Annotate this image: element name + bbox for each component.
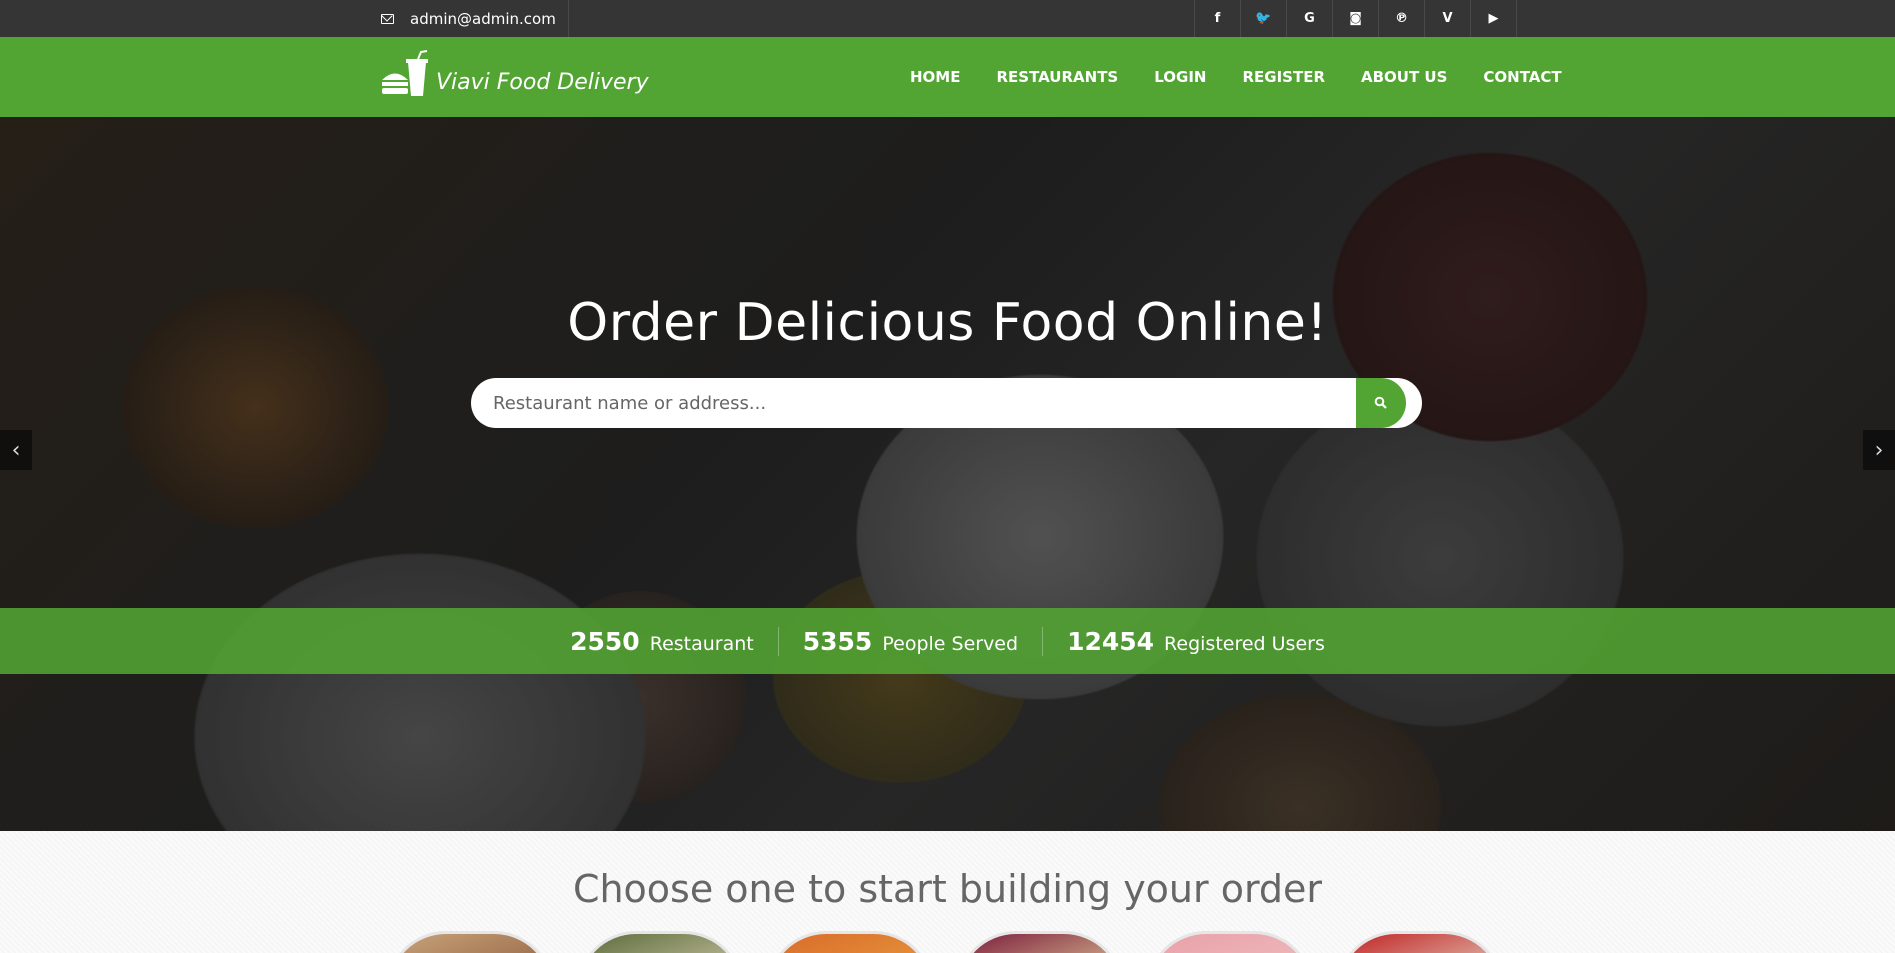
nav-home[interactable]: HOME — [892, 68, 978, 86]
stat-value: 5355 — [802, 626, 873, 656]
social-links: f 🐦 G ◙ ℗ V ▶ — [1194, 0, 1517, 37]
category-image — [959, 934, 1121, 953]
pinterest-icon[interactable]: ℗ — [1379, 0, 1425, 37]
stat-label: Restaurant — [649, 632, 754, 655]
brand-name: Viavi Food Delivery — [436, 69, 649, 95]
category-card[interactable] — [386, 931, 554, 953]
section-title: Choose one to start building your order — [572, 867, 1323, 911]
stat-item: 2550 Restaurant — [546, 627, 778, 656]
fast-food-icon — [382, 50, 428, 96]
email-text: admin@admin.com — [410, 9, 556, 28]
category-card[interactable] — [766, 931, 934, 953]
youtube-icon[interactable]: ▶ — [1471, 0, 1517, 37]
chevron-right-icon: › — [1874, 437, 1884, 463]
chevron-left-icon: ‹ — [11, 437, 21, 463]
brand-logo[interactable]: Viavi Food Delivery — [380, 50, 649, 100]
stat-label: Registered Users — [1164, 632, 1325, 655]
search-bar — [471, 378, 1422, 428]
category-image — [1339, 934, 1501, 953]
instagram-icon[interactable]: ◙ — [1333, 0, 1379, 37]
stat-value: 12454 — [1067, 626, 1155, 656]
nav-login[interactable]: LOGIN — [1136, 68, 1224, 86]
nav-about-us[interactable]: ABOUT US — [1343, 68, 1465, 86]
search-input[interactable] — [471, 378, 1356, 428]
category-card[interactable] — [956, 931, 1124, 953]
category-card[interactable] — [1146, 931, 1314, 953]
search-button[interactable] — [1356, 378, 1406, 428]
category-card[interactable] — [576, 931, 744, 953]
search-icon — [1374, 396, 1387, 409]
nav-restaurants[interactable]: RESTAURANTS — [978, 68, 1136, 86]
stat-value: 2550 — [570, 626, 640, 656]
main-header: Viavi Food Delivery HOME RESTAURANTS LOGIN… — [0, 37, 1895, 117]
twitter-icon[interactable]: 🐦 — [1241, 0, 1287, 37]
slider-next-button[interactable]: › — [1863, 430, 1895, 470]
main-nav: HOME RESTAURANTS LOGIN REGISTER ABOUT US CONT… — [892, 37, 1580, 117]
nav-contact[interactable]: CONTACT — [1465, 68, 1579, 86]
category-image — [579, 934, 741, 953]
category-card[interactable] — [1336, 931, 1504, 953]
hero-overlay — [0, 117, 1895, 831]
slider-prev-button[interactable]: ‹ — [0, 430, 32, 470]
top-bar: admin@admin.com f 🐦 G ◙ ℗ V ▶ — [0, 0, 1895, 37]
stat-item: 12454 Registered Users — [1042, 626, 1349, 656]
category-image — [389, 934, 551, 953]
facebook-icon[interactable]: f — [1195, 0, 1241, 37]
category-list — [386, 931, 1526, 953]
vimeo-icon[interactable]: V — [1425, 0, 1471, 37]
category-image — [1149, 934, 1311, 953]
stat-label: People Served — [882, 632, 1019, 655]
contact-email[interactable]: admin@admin.com — [376, 0, 569, 37]
stats-bar: 2550 Restaurant 5355 People Served 12454 Regi… — [0, 608, 1895, 674]
stat-item: 5355 People Served — [777, 626, 1042, 656]
hero-title: Order Delicious Food Online! — [567, 293, 1328, 353]
category-section: Choose one to start building your order — [0, 831, 1895, 953]
nav-register[interactable]: REGISTER — [1224, 68, 1343, 86]
hero-section: Order Delicious Food Online! ‹ › 2550 Res… — [0, 117, 1895, 831]
category-image — [769, 934, 931, 953]
google-icon[interactable]: G — [1287, 0, 1333, 37]
envelope-icon — [381, 13, 394, 24]
